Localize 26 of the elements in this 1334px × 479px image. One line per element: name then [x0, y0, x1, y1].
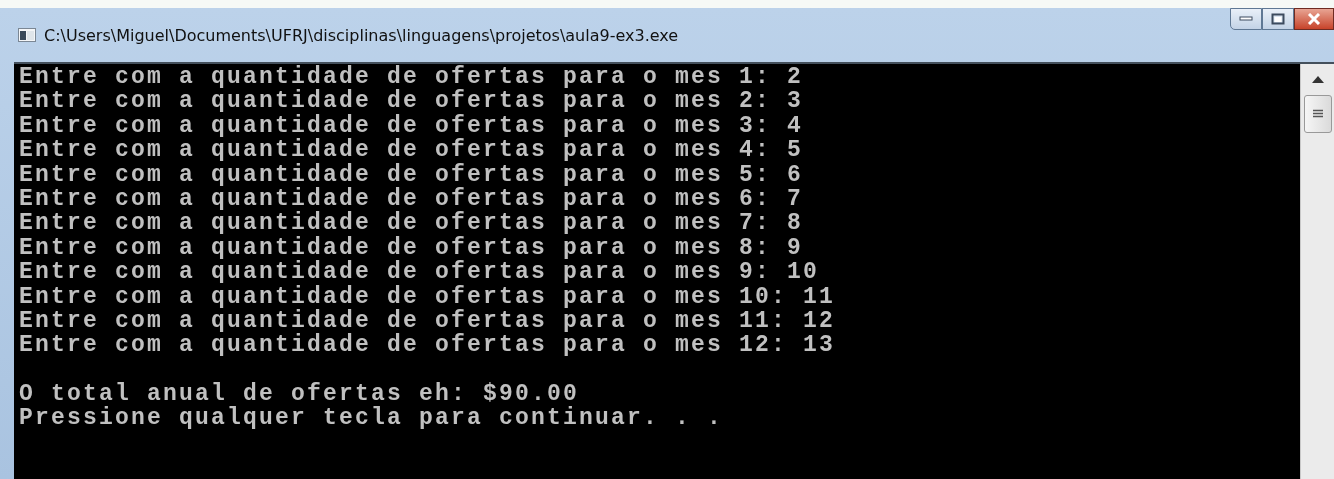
console-line: Entre com a quantidade de ofertas para o mes 9: 10 [19, 260, 821, 285]
console-line: Entre com a quantidade de ofertas para o mes 5: 6 [19, 162, 805, 187]
minimize-button[interactable] [1230, 8, 1262, 30]
console-line: Entre com a quantidade de ofertas para o mes 8: 9 [19, 235, 805, 261]
console-line: Pressione qualquer tecla para continuar. . . [19, 406, 725, 431]
scroll-up-icon [1311, 76, 1324, 83]
close-button[interactable] [1294, 8, 1334, 30]
console-line: Entre com a quantidade de ofertas para o mes 1: 2 [19, 65, 805, 90]
console-icon [18, 28, 36, 42]
console-line: Entre com a quantidade de ofertas para o mes 12: 13 [19, 333, 837, 358]
maximize-button[interactable] [1262, 8, 1294, 30]
grip-icon [1311, 109, 1324, 119]
console-line: Entre com a quantidade de ofertas para o mes 4: 5 [19, 138, 805, 163]
maximize-icon [1271, 13, 1285, 25]
scrollbar-thumb[interactable] [1303, 95, 1332, 133]
console-line: Entre com a quantidade de ofertas para o mes 11: 12 [19, 308, 837, 334]
console-line: Entre com a quantidade de ofertas para o mes 6: 7 [19, 186, 805, 212]
window-title: C:\Users\Miguel\Documents\UFRJ\disciplinas\linguagens\projetos\aula9-ex3.exe [44, 25, 679, 45]
minimize-icon [1239, 16, 1253, 22]
console-line: Entre com a quantidade de ofertas para o mes 3: 4 [19, 113, 805, 139]
console-line: Entre com a quantidade de ofertas para o mes 7: 8 [19, 211, 805, 236]
console-line: Entre com a quantidade de ofertas para o mes 10: 11 [19, 284, 837, 309]
console-line: Entre com a quantidade de ofertas para o mes 2: 3 [19, 89, 805, 114]
console-line: O total anual de ofertas eh: $90.00 [19, 382, 580, 407]
scrollbar[interactable] [1300, 64, 1334, 479]
close-icon [1307, 13, 1321, 25]
